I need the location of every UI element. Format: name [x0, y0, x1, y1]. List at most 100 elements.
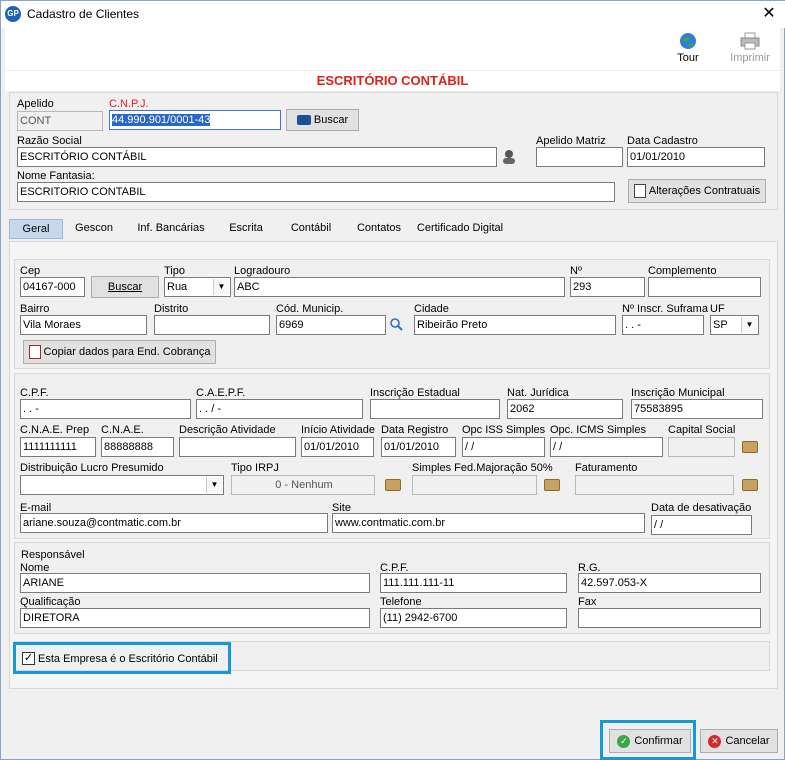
imprimir-button[interactable]: Imprimir	[722, 30, 778, 68]
numero-label: Nº	[570, 265, 582, 277]
chevron-down-icon[interactable]: ▼	[213, 279, 229, 295]
data-desativacao-field[interactable]: / /	[651, 515, 752, 535]
cnpj-value: 44.990.901/0001-43	[112, 114, 211, 126]
bairro-field[interactable]: Vila Moraes	[20, 315, 147, 335]
copiar-endereco-label: Copiar dados para End. Cobrança	[43, 346, 211, 358]
cnpj-label: C.N.P.J.	[109, 98, 149, 110]
resp-nome-field[interactable]: ARIANE	[20, 573, 370, 593]
tipo-select[interactable]: Rua ▼	[164, 277, 231, 297]
descricao-atividade-field[interactable]	[179, 437, 296, 457]
confirmar-button[interactable]: ✓ Confirmar	[609, 729, 691, 753]
alteracoes-label: Alterações Contratuais	[648, 185, 761, 197]
cancelar-button[interactable]: ✕ Cancelar	[700, 729, 778, 753]
chevron-down-icon[interactable]: ▼	[206, 477, 222, 493]
caepf-field[interactable]: . . / -	[196, 399, 363, 419]
cnae-label: C.N.A.E.	[101, 424, 144, 436]
logradouro-field[interactable]: ABC	[234, 277, 565, 297]
cod-municip-field[interactable]: 6969	[276, 315, 386, 335]
cnpj-field[interactable]: 44.990.901/0001-43	[109, 110, 281, 130]
capital-social-field[interactable]	[668, 437, 735, 457]
resp-telefone-field[interactable]: (11) 2942-6700	[380, 608, 567, 628]
responsavel-group-label: Responsável	[21, 549, 85, 561]
copiar-endereco-button[interactable]: Copiar dados para End. Cobrança	[23, 340, 216, 364]
resp-rg-field[interactable]: 42.597.053-X	[578, 573, 761, 593]
tab-certificado-digital[interactable]: Certificado Digital	[413, 219, 507, 239]
faturamento-field[interactable]	[575, 475, 734, 495]
tab-gescon[interactable]: Gescon	[67, 219, 121, 239]
resp-cpf-field[interactable]: 111.111.111-11	[380, 573, 567, 593]
buscar-cnpj-button[interactable]: Buscar	[286, 109, 359, 131]
folder-icon[interactable]	[742, 441, 758, 453]
resp-qualificacao-label: Qualificação	[20, 596, 81, 608]
ie-field[interactable]	[370, 399, 500, 419]
uf-value: SP	[713, 319, 728, 331]
inicio-atividade-field[interactable]: 01/01/2010	[301, 437, 374, 457]
razao-field[interactable]: ESCRITÓRIO CONTÁBIL	[17, 147, 497, 167]
data-desativacao-label: Data de desativação	[651, 502, 752, 514]
fantasia-field[interactable]: ESCRITORIO CONTABIL	[17, 182, 615, 202]
tour-button[interactable]: Tour	[663, 30, 713, 68]
cancel-circle-icon: ✕	[708, 734, 722, 748]
window-title: Cadastro de Clientes	[27, 7, 140, 21]
apelido-matriz-field[interactable]	[536, 147, 623, 167]
data-registro-field[interactable]: 01/01/2010	[381, 437, 456, 457]
close-icon[interactable]: ✕	[758, 4, 780, 24]
distrito-label: Distrito	[154, 303, 189, 315]
buscar-cep-button[interactable]: Buscar	[91, 276, 159, 298]
tipo-irpj-field[interactable]: 0 - Nenhum	[231, 475, 375, 495]
tab-escrita[interactable]: Escrita	[219, 219, 273, 239]
resp-fax-label: Fax	[578, 596, 597, 608]
tab-inf-bancarias[interactable]: Inf. Bancárias	[129, 219, 213, 239]
cnae-prep-label: C.N.A.E. Prep	[20, 424, 90, 436]
complemento-field[interactable]	[648, 277, 761, 297]
opc-icms-field[interactable]: / /	[550, 437, 663, 457]
folder-icon[interactable]	[544, 479, 560, 491]
fantasia-label: Nome Fantasia:	[17, 170, 95, 182]
distrito-field[interactable]	[154, 315, 270, 335]
data-cadastro-field[interactable]: 01/01/2010	[627, 147, 765, 167]
email-field[interactable]: ariane.souza@contmatic.com.br	[20, 513, 328, 533]
complemento-label: Complemento	[648, 265, 717, 277]
im-field[interactable]: 75583895	[631, 399, 763, 419]
faturamento-label: Faturamento	[575, 462, 638, 474]
opc-iss-field[interactable]: / /	[462, 437, 545, 457]
razao-label: Razão Social	[17, 135, 82, 147]
folder-icon[interactable]	[742, 479, 758, 491]
folder-icon[interactable]	[385, 479, 401, 491]
caepf-label: C.A.E.P.F.	[196, 387, 246, 399]
nat-juridica-label: Nat. Jurídica	[507, 387, 569, 399]
distribuicao-lucro-select[interactable]: ▼	[20, 475, 224, 495]
opc-iss-label: Opc ISS Simples	[462, 424, 546, 436]
escritorio-checkbox-label: Esta Empresa é o Escritório Contábil	[38, 653, 218, 665]
apelido-field[interactable]: CONT	[17, 111, 103, 131]
tab-geral[interactable]: Geral	[9, 219, 63, 239]
numero-field[interactable]: 293	[570, 277, 645, 297]
cnae-field[interactable]: 88888888	[101, 437, 174, 457]
resp-qualificacao-field[interactable]: DIRETORA	[20, 608, 370, 628]
logradouro-label: Logradouro	[234, 265, 291, 277]
tab-contabil[interactable]: Contábil	[281, 219, 341, 239]
cpf-field[interactable]: . . -	[20, 399, 191, 419]
data-registro-label: Data Registro	[381, 424, 449, 436]
site-field[interactable]: www.contmatic.com.br	[332, 513, 645, 533]
tab-contatos[interactable]: Contatos	[349, 219, 409, 239]
cidade-field[interactable]: Ribeirão Preto	[414, 315, 616, 335]
search-icon[interactable]	[390, 318, 403, 331]
uf-select[interactable]: SP ▼	[710, 315, 759, 335]
escritorio-checkbox[interactable]: ✓	[22, 652, 35, 665]
confirmar-label: Confirmar	[634, 735, 683, 747]
suframa-field[interactable]: . . -	[622, 315, 704, 335]
chevron-down-icon[interactable]: ▼	[741, 317, 757, 333]
app-icon: GP	[5, 6, 21, 22]
descricao-atividade-label: Descrição Atividade	[179, 424, 276, 436]
simples-majoracao-field[interactable]	[412, 475, 537, 495]
nat-juridica-field[interactable]: 2062	[507, 399, 623, 419]
copy-icon	[28, 345, 41, 360]
person-icon[interactable]	[502, 149, 516, 165]
cnae-prep-field[interactable]: 1111111111	[20, 437, 96, 457]
cep-field[interactable]: 04167-000	[20, 277, 85, 297]
printer-icon	[740, 32, 760, 50]
alteracoes-button[interactable]: Alterações Contratuais	[628, 179, 766, 203]
tipo-irpj-label: Tipo IRPJ	[231, 462, 279, 474]
resp-fax-field[interactable]	[578, 608, 761, 628]
